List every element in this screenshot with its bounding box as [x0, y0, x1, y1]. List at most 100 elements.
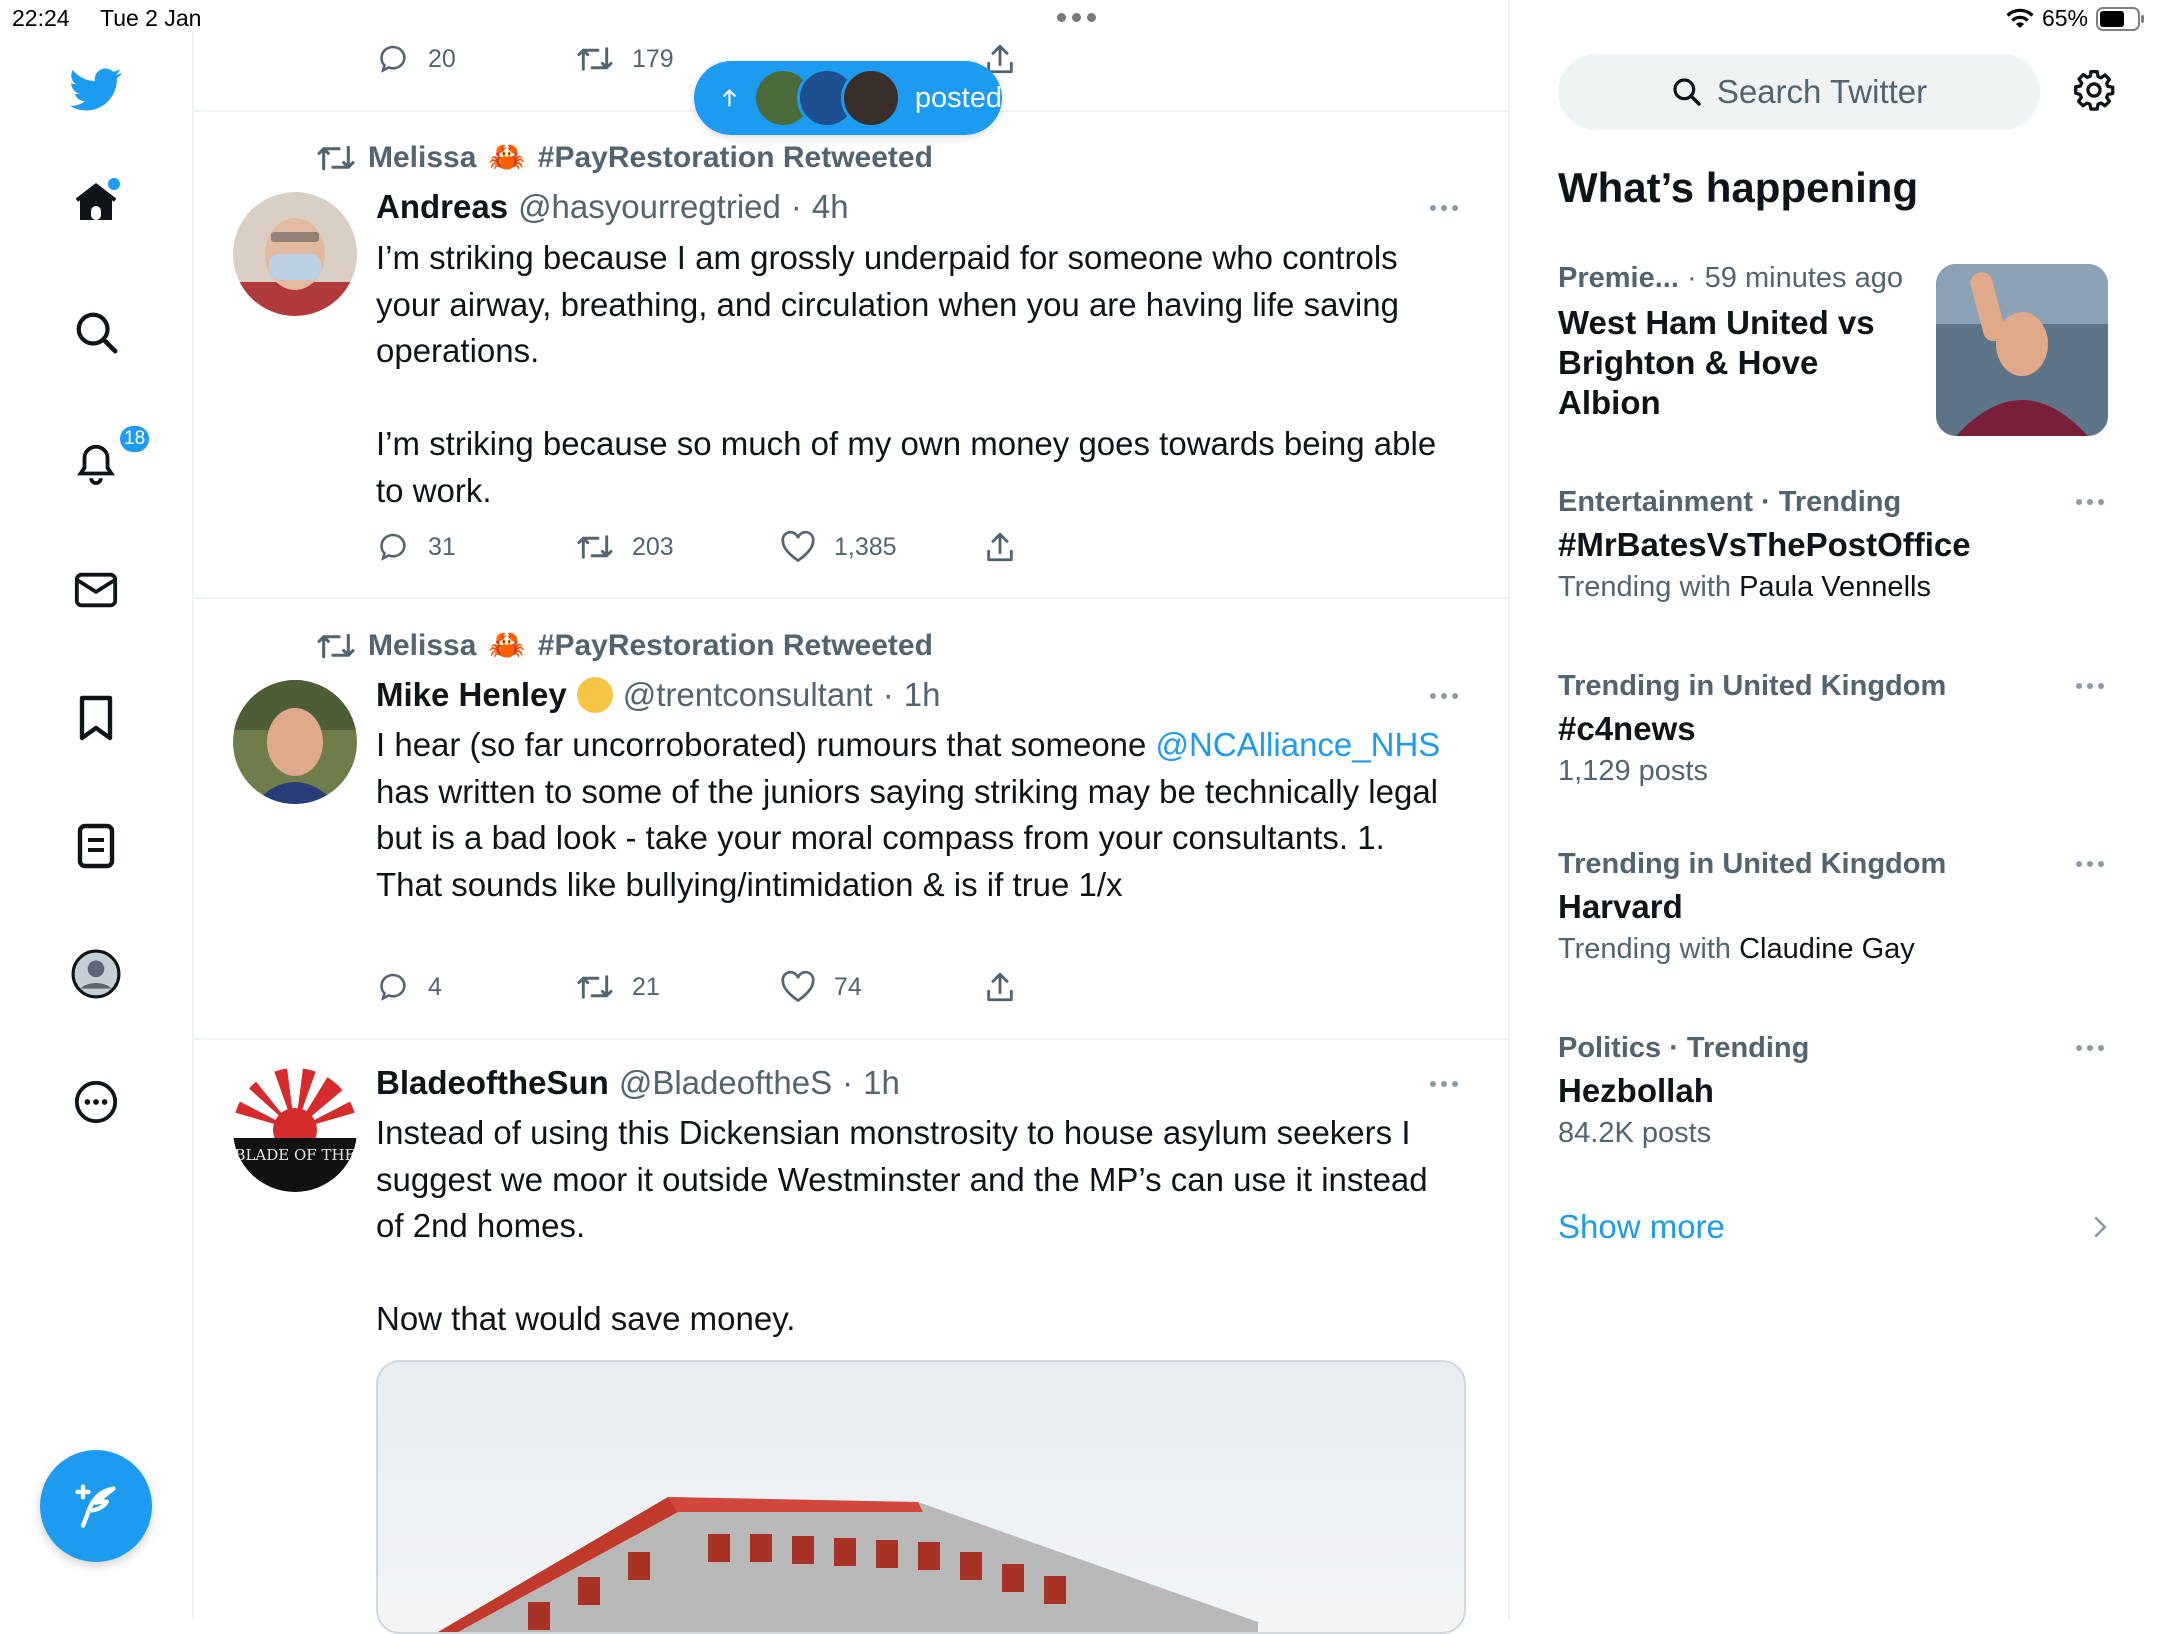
new-posts-pill[interactable]: posted: [694, 61, 1002, 135]
reply-button[interactable]: 4: [376, 970, 442, 1004]
avatar[interactable]: [233, 192, 357, 316]
search-icon: [1673, 78, 1701, 106]
trend-time: · 59 minutes ago: [1678, 262, 1903, 294]
trend-sub: 84.2K posts: [1558, 1117, 1712, 1149]
trend-more-button[interactable]: [2070, 676, 2110, 696]
trend-thumbnail[interactable]: [1936, 264, 2108, 436]
battery-icon: [2096, 6, 2146, 31]
trend-more-button[interactable]: [2070, 1038, 2110, 1058]
retweet-button[interactable]: 179: [576, 42, 674, 76]
search-input[interactable]: Search Twitter: [1558, 54, 2040, 130]
tweet-more-button[interactable]: [1424, 1074, 1464, 1094]
show-more-link[interactable]: Show more: [1558, 1208, 2108, 1246]
retweeted-by: Melissa: [368, 628, 477, 662]
trend-category: Entertainment · Trending: [1558, 486, 1902, 518]
profile-avatar-icon[interactable]: [66, 944, 126, 1004]
retweet-button[interactable]: 21: [576, 970, 660, 1004]
reply-button[interactable]: 31: [376, 530, 456, 564]
like-button[interactable]: 1,385: [780, 530, 897, 564]
trend-more-button[interactable]: [2070, 854, 2110, 874]
retweet-count: 21: [632, 972, 660, 1001]
like-count: 74: [834, 972, 862, 1001]
reply-count: 4: [428, 972, 442, 1001]
share-button[interactable]: [984, 530, 1016, 564]
retweet-icon: [577, 47, 613, 71]
raised-eyebrow-emoji-icon: [576, 677, 613, 713]
tweet-media-image[interactable]: [376, 1360, 1466, 1634]
avatar[interactable]: BLADE OF THE: [233, 1068, 357, 1192]
feather-plus-icon: [75, 1484, 116, 1528]
tweet-text: I’m striking because I am grossly underp…: [376, 239, 1437, 509]
tweet-text: I hear (so far uncorroborated) rumours t…: [376, 722, 1446, 908]
tweet-more-button[interactable]: [1424, 198, 1464, 218]
retweet-icon: [317, 145, 355, 170]
arrow-up-icon: [723, 89, 736, 107]
chevron-right-icon: [2094, 1216, 2107, 1238]
trend-category: Trending in United Kingdom: [1558, 848, 1947, 880]
trend-sub: 1,129 posts: [1558, 755, 1708, 787]
trend-category: Politics · Trending: [1558, 1032, 1810, 1064]
lists-icon[interactable]: [66, 816, 126, 876]
settings-gear-icon[interactable]: [2072, 68, 2116, 112]
crab-emoji-icon: 🦀: [488, 141, 526, 174]
share-button[interactable]: [984, 970, 1016, 1004]
battery-percent: 65%: [2041, 5, 2088, 31]
mention-link[interactable]: @NCAlliance_NHS: [1156, 726, 1441, 763]
wifi-icon: [2006, 8, 2034, 30]
home-icon[interactable]: [66, 172, 126, 232]
trend-item[interactable]: Politics · Trending Hezbollah 84.2K post…: [1558, 1032, 2058, 1150]
tweet-more-button[interactable]: [1424, 686, 1464, 706]
more-options-icon[interactable]: [66, 1072, 126, 1132]
timestamp[interactable]: 1h: [904, 676, 941, 714]
trend-name: Hezbollah: [1558, 1072, 1714, 1109]
multitasking-dots-icon[interactable]: [1057, 13, 1096, 22]
display-name[interactable]: BladeoftheSun: [376, 1064, 609, 1102]
timestamp[interactable]: 4h: [812, 188, 849, 226]
notification-badge: 18: [118, 424, 152, 454]
tweet-header: BladeoftheSun @BladeoftheS · 1h: [376, 1064, 900, 1102]
like-button[interactable]: 74: [780, 970, 862, 1004]
share-icon: [987, 972, 1013, 1002]
tweet-header: Mike Henley @trentconsultant · 1h: [376, 676, 941, 714]
new-posts-label: posted: [914, 81, 1002, 114]
retweet-count: 203: [632, 532, 674, 561]
trend-name: Harvard: [1558, 888, 1683, 925]
twitter-logo-icon[interactable]: [66, 60, 126, 120]
trend-name: West Ham United vs Brighton & Hove Albio…: [1558, 304, 1875, 421]
trend-more-button[interactable]: [2070, 492, 2110, 512]
reply-icon: [380, 973, 406, 1001]
trend-sub-name: Paula Vennells: [1739, 571, 1931, 603]
bookmarks-icon[interactable]: [66, 688, 126, 748]
trend-item[interactable]: Trending in United Kingdom #c4news 1,129…: [1558, 670, 2058, 788]
trend-item[interactable]: Entertainment · Trending #MrBatesVsThePo…: [1558, 486, 2118, 604]
messages-envelope-icon[interactable]: [66, 560, 126, 620]
timestamp[interactable]: 1h: [863, 1064, 900, 1102]
trend-sub-name: Claudine Gay: [1739, 933, 1915, 965]
trend-item[interactable]: Trending in United Kingdom Harvard Trend…: [1558, 848, 2058, 966]
notifications-bell-icon[interactable]: 18: [66, 424, 152, 492]
handle[interactable]: @trentconsultant: [623, 676, 873, 714]
tweet-divider: [194, 1038, 1508, 1040]
reply-button[interactable]: 20: [376, 42, 456, 76]
avatar[interactable]: [233, 680, 357, 804]
tweet-header: Andreas @hasyourregtried · 4h: [376, 188, 849, 226]
trend-category: Premie...: [1558, 262, 1679, 294]
display-name[interactable]: Andreas: [376, 188, 508, 226]
retweet-button[interactable]: 203: [576, 530, 674, 564]
search-icon[interactable]: [66, 302, 126, 362]
display-name[interactable]: Mike Henley: [376, 676, 567, 714]
heart-icon: [781, 530, 815, 563]
compose-tweet-button[interactable]: [40, 1450, 152, 1562]
share-icon: [987, 532, 1013, 562]
whats-happening-title: What’s happening: [1558, 164, 1919, 211]
handle[interactable]: @BladeoftheS: [619, 1064, 832, 1102]
retweet-icon: [577, 975, 613, 999]
right-divider: [1508, 0, 1510, 1620]
trend-sub: Trending with: [1558, 933, 1740, 965]
tweet-divider: [194, 597, 1508, 599]
trend-item[interactable]: Premie... · 59 minutes ago West Ham Unit…: [1558, 262, 1928, 423]
handle[interactable]: @hasyourregtried: [518, 188, 781, 226]
retweet-context: Melissa 🦀 #PayRestoration Retweeted: [316, 140, 933, 175]
trend-category: Trending in United Kingdom: [1558, 670, 1947, 702]
search-placeholder: Search Twitter: [1716, 73, 1928, 110]
